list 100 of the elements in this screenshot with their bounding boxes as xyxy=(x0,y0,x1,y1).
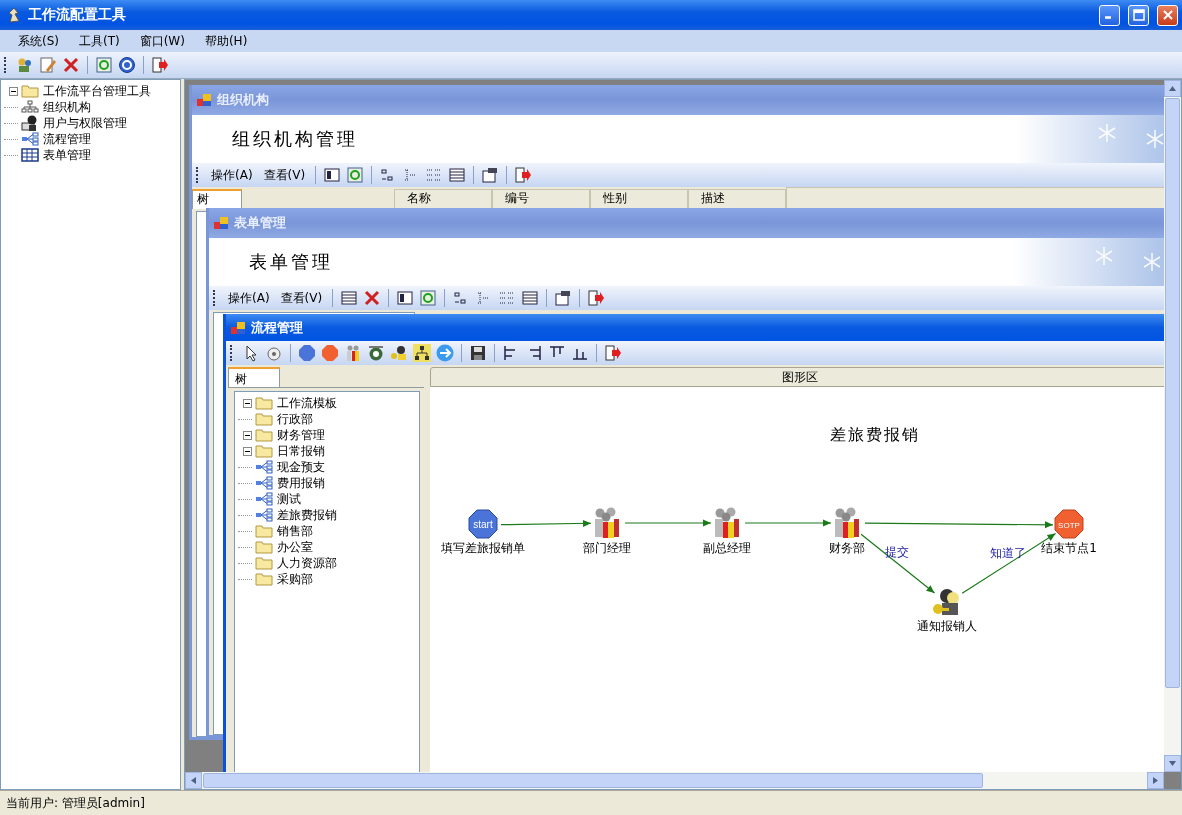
scroll-thumb[interactable] xyxy=(1165,98,1180,688)
folder-icon xyxy=(255,524,273,538)
column-header[interactable]: 性别 xyxy=(590,189,688,209)
tab[interactable]: 树 xyxy=(192,189,242,209)
column-header: 图形区 xyxy=(430,367,1164,387)
tree-item[interactable]: 办公室 xyxy=(276,538,314,556)
delete-icon[interactable] xyxy=(62,56,80,74)
flow-icon xyxy=(255,460,273,474)
close-button[interactable] xyxy=(1157,4,1178,26)
tree-item[interactable]: 差旅费报销 xyxy=(276,506,338,524)
menu-item[interactable]: 操作(A) xyxy=(225,289,273,307)
banner-title: 表单管理 xyxy=(248,250,333,274)
people-icon[interactable] xyxy=(712,507,742,539)
tree-item[interactable]: 表单管理 xyxy=(42,146,92,164)
tree-item[interactable]: 采购部 xyxy=(276,570,314,588)
menu-item[interactable]: 窗口(W) xyxy=(131,30,193,52)
table-icon xyxy=(21,148,39,162)
tree-item[interactable]: 流程管理 xyxy=(42,130,92,148)
people-icon[interactable] xyxy=(344,344,362,362)
start-node[interactable]: start xyxy=(468,509,498,539)
tree-item[interactable]: 工作流模板 xyxy=(276,394,338,412)
minimize-button[interactable] xyxy=(1099,4,1120,26)
gear-icon[interactable] xyxy=(367,344,385,362)
folder-icon xyxy=(255,428,273,442)
scroll-left-button[interactable] xyxy=(185,772,202,789)
grid-icon[interactable] xyxy=(448,166,467,184)
properties-icon[interactable] xyxy=(554,289,573,307)
grid-icon[interactable] xyxy=(340,289,359,307)
snowflake-drawing xyxy=(1098,123,1164,149)
collapse-icon[interactable] xyxy=(243,446,252,456)
connector-arrow[interactable] xyxy=(864,521,1054,529)
flow-icon xyxy=(255,508,273,522)
menu-item[interactable]: 查看(V) xyxy=(277,289,326,307)
left-arrow-icon xyxy=(191,777,196,784)
save-icon[interactable] xyxy=(469,344,487,362)
scroll-right-button[interactable] xyxy=(1147,772,1164,789)
tree-item[interactable]: 费用报销 xyxy=(276,474,326,492)
tree-item[interactable]: 行政部 xyxy=(276,410,314,428)
column-header[interactable]: 名称 xyxy=(394,189,492,209)
column-header[interactable]: 描述 xyxy=(688,189,786,209)
start-icon[interactable] xyxy=(298,344,316,362)
connector-arrow[interactable] xyxy=(744,519,832,527)
tree-item[interactable]: 工作流平台管理工具 xyxy=(42,82,152,100)
help-icon[interactable] xyxy=(118,56,136,74)
panel-icon[interactable] xyxy=(323,166,342,184)
connector-arrow[interactable] xyxy=(500,519,592,527)
tree-item[interactable]: 用户与权限管理 xyxy=(42,114,128,132)
grid-icon[interactable] xyxy=(521,289,540,307)
collapse-icon[interactable] xyxy=(243,430,252,440)
tree-item[interactable]: 测试 xyxy=(276,490,302,508)
window-title: 工作流配置工具 xyxy=(28,6,126,24)
edit-icon[interactable] xyxy=(39,56,57,74)
collapse-icon[interactable] xyxy=(243,398,252,408)
lock-icon[interactable] xyxy=(265,344,283,362)
menu-item[interactable]: 查看(V) xyxy=(260,166,309,184)
tree-item[interactable]: 人力资源部 xyxy=(276,554,338,572)
tree-item[interactable]: 现金预支 xyxy=(276,458,326,476)
hierarchy-icon[interactable] xyxy=(413,344,431,362)
collapse-icon[interactable] xyxy=(9,86,18,96)
maximize-button[interactable] xyxy=(1128,4,1149,26)
window-icon xyxy=(213,215,229,231)
exit-icon[interactable] xyxy=(587,289,606,307)
node-label: 结束节点1 xyxy=(1041,540,1097,557)
user-icon xyxy=(21,115,39,131)
connector-arrow[interactable] xyxy=(624,519,712,527)
banner-title: 组织机构管理 xyxy=(231,127,358,151)
menu-item[interactable]: 工具(T) xyxy=(71,30,128,52)
minimize-icon xyxy=(1105,16,1111,19)
menu-item[interactable]: 系统(S) xyxy=(10,30,67,52)
folder-icon xyxy=(255,556,273,570)
tree-item[interactable]: 财务管理 xyxy=(276,426,326,444)
child-window-title: 流程管理 xyxy=(251,318,303,337)
folder-icon xyxy=(255,396,273,410)
scroll-up-button[interactable] xyxy=(1164,80,1181,97)
tab[interactable]: 树 xyxy=(228,367,280,387)
key-user-icon[interactable] xyxy=(390,344,408,362)
tree-item[interactable]: 日常报销 xyxy=(276,442,326,460)
users-icon[interactable] xyxy=(16,56,34,74)
scroll-down-button[interactable] xyxy=(1164,755,1181,772)
exit-icon[interactable] xyxy=(604,344,622,362)
panel-icon[interactable] xyxy=(396,289,415,307)
tree-item[interactable]: 组织机构 xyxy=(42,98,92,116)
properties-icon[interactable] xyxy=(481,166,500,184)
exit-icon[interactable] xyxy=(514,166,533,184)
snowflake-drawing xyxy=(1095,246,1161,272)
tree-item[interactable]: 销售部 xyxy=(276,522,314,540)
folder-icon xyxy=(21,84,39,98)
column-header[interactable]: 编号 xyxy=(492,189,590,209)
menu-item[interactable]: 帮助(H) xyxy=(196,30,256,52)
stop-icon[interactable] xyxy=(321,344,339,362)
org-chart-icon xyxy=(21,100,39,114)
menu-item[interactable]: 操作(A) xyxy=(208,166,256,184)
exit-icon[interactable] xyxy=(151,56,169,74)
key-user-icon[interactable] xyxy=(932,587,962,617)
delete-icon[interactable] xyxy=(363,289,382,307)
refresh-icon[interactable] xyxy=(95,56,113,74)
people-icon[interactable] xyxy=(592,507,622,539)
scroll-thumb[interactable] xyxy=(203,773,983,788)
people-icon[interactable] xyxy=(832,507,862,539)
folder-icon xyxy=(255,572,273,586)
